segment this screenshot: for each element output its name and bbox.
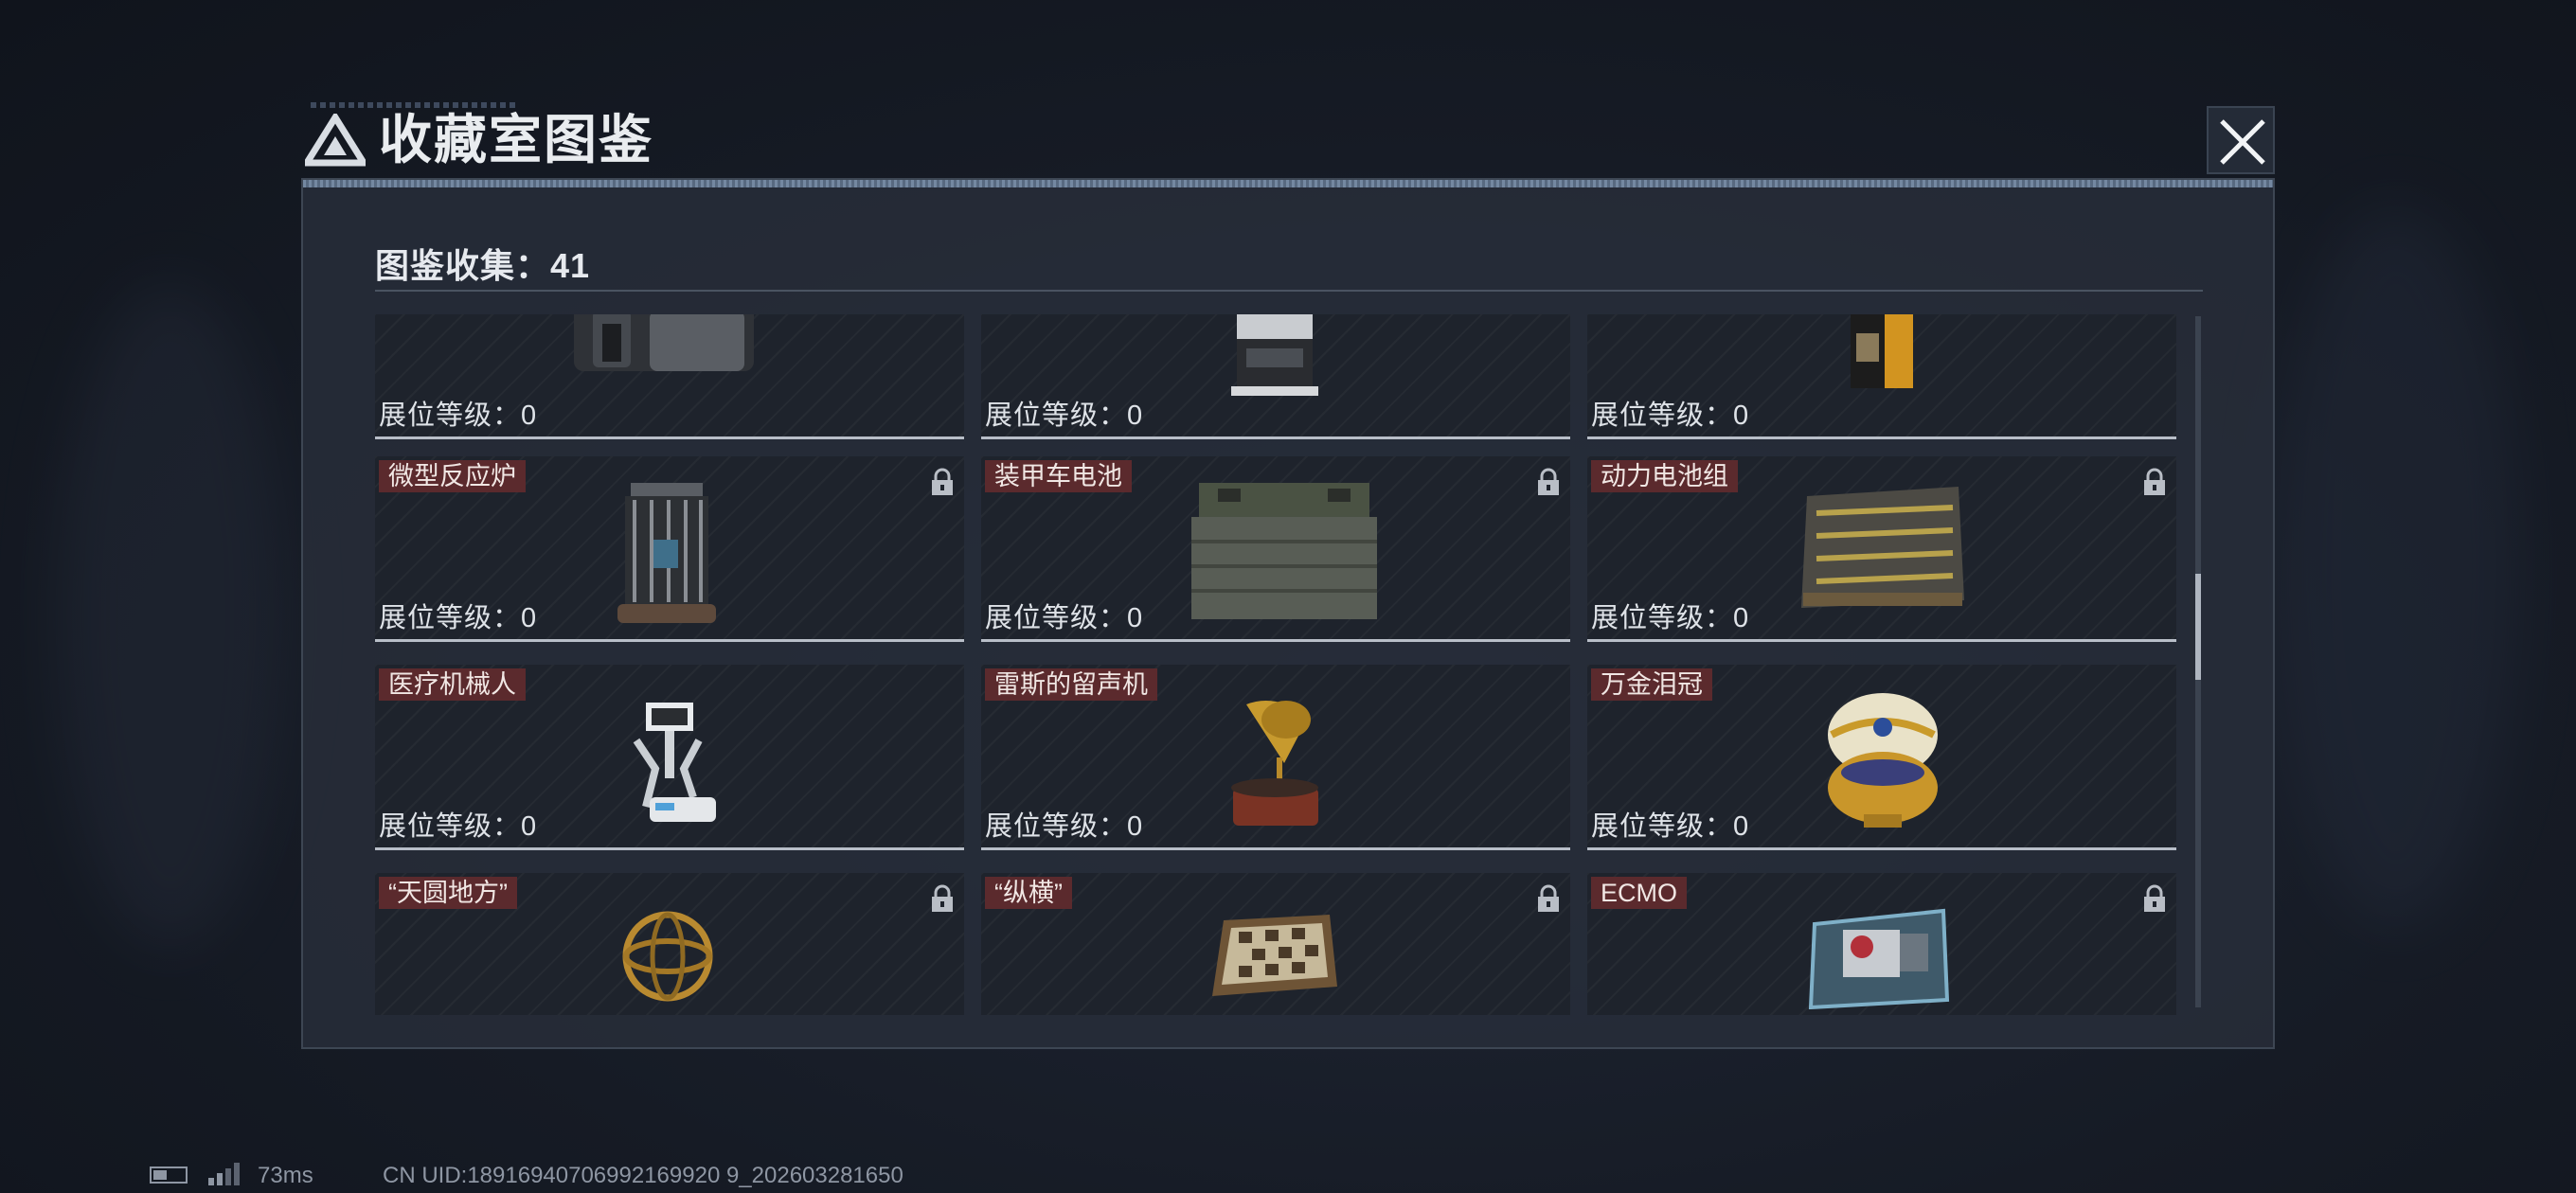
lock-icon (932, 884, 953, 912)
coffee-bag-icon (1851, 314, 1913, 388)
item-name-tag: 动力电池组 (1591, 460, 1738, 492)
item-card[interactable]: 展位等级：0 (981, 314, 1570, 439)
close-icon (2220, 119, 2265, 165)
item-name-tag: 微型反应炉 (379, 460, 526, 492)
booth-level: 展位等级：0 (1591, 401, 1750, 431)
jeweled-egg-icon (1828, 693, 1938, 828)
booth-level: 展位等级：0 (379, 603, 538, 633)
panel-top-bar (303, 180, 2273, 187)
item-name-tag: ECMO (1591, 877, 1687, 909)
item-name-tag: 万金泪冠 (1591, 668, 1712, 701)
power-battery-pack-icon (1801, 487, 1964, 608)
armillary-sphere-icon (622, 911, 713, 1002)
item-card[interactable]: 装甲车电池 展位等级：0 (981, 456, 1570, 642)
collection-panel: 图鉴收集：41 展位等级：0 展位等级：0 展位等级：0 微型反应炉 展位等级：… (301, 178, 2275, 1049)
item-grid[interactable]: 展位等级：0 展位等级：0 展位等级：0 微型反应炉 展位等级：0 装甲车电池 … (375, 314, 2184, 1015)
booth-level: 展位等级：0 (985, 811, 1144, 842)
background-shape (2273, 208, 2519, 928)
item-name-tag: “天圆地方” (379, 877, 517, 909)
item-card[interactable]: 雷斯的留声机 展位等级：0 (981, 665, 1570, 850)
booth-level: 展位等级：0 (379, 401, 538, 431)
uid-text: CN UID:18916940706992169920 9_2026032816… (383, 1163, 903, 1188)
item-name-tag: 装甲车电池 (985, 460, 1132, 492)
background-shape (57, 284, 284, 947)
delta-logo-icon (305, 114, 366, 167)
window-title: 收藏室图鉴 (379, 110, 653, 169)
battery-icon (150, 1166, 188, 1184)
close-button[interactable] (2207, 106, 2275, 174)
lock-icon (1538, 468, 1559, 495)
item-card[interactable]: 动力电池组 展位等级：0 (1587, 456, 2176, 642)
gramophone-icon (1231, 701, 1318, 826)
item-card[interactable]: 展位等级：0 (375, 314, 964, 439)
item-card[interactable]: “纵横” (981, 873, 1570, 1015)
item-card[interactable]: 展位等级：0 (1587, 314, 2176, 439)
lock-icon (1538, 884, 1559, 912)
ping-text: 73ms (258, 1163, 313, 1188)
lock-icon (932, 468, 953, 495)
collection-counter: 图鉴收集：41 (375, 246, 591, 285)
ecmo-machine-icon (1808, 908, 1950, 1009)
booth-level: 展位等级：0 (985, 401, 1144, 431)
item-card[interactable]: 医疗机械人 展位等级：0 (375, 665, 964, 850)
item-card[interactable]: “天圆地方” (375, 873, 964, 1015)
tactical-backpack-icon (574, 314, 754, 371)
item-name-tag: 雷斯的留声机 (985, 668, 1157, 701)
coffee-machine-icon (1231, 314, 1318, 396)
item-card[interactable]: 万金泪冠 展位等级：0 (1587, 665, 2176, 850)
lock-icon (2144, 884, 2165, 912)
window-header: 收藏室图鉴 (301, 102, 2284, 176)
item-card[interactable]: 微型反应炉 展位等级：0 (375, 456, 964, 642)
medical-robot-icon (633, 703, 716, 822)
lock-icon (2144, 468, 2165, 495)
scrollbar-thumb[interactable] (2195, 574, 2201, 680)
divider (375, 290, 2203, 292)
item-card[interactable]: ECMO (1587, 873, 2176, 1015)
booth-level: 展位等级：0 (1591, 603, 1750, 633)
micro-reactor-icon (617, 483, 716, 623)
item-name-tag: “纵横” (985, 877, 1072, 909)
armored-battery-icon (1191, 483, 1377, 619)
booth-level: 展位等级：0 (985, 603, 1144, 633)
booth-level: 展位等级：0 (379, 811, 538, 842)
chess-board-icon (1212, 915, 1337, 996)
booth-level: 展位等级：0 (1591, 811, 1750, 842)
item-name-tag: 医疗机械人 (379, 668, 526, 701)
signal-icon (208, 1163, 240, 1185)
